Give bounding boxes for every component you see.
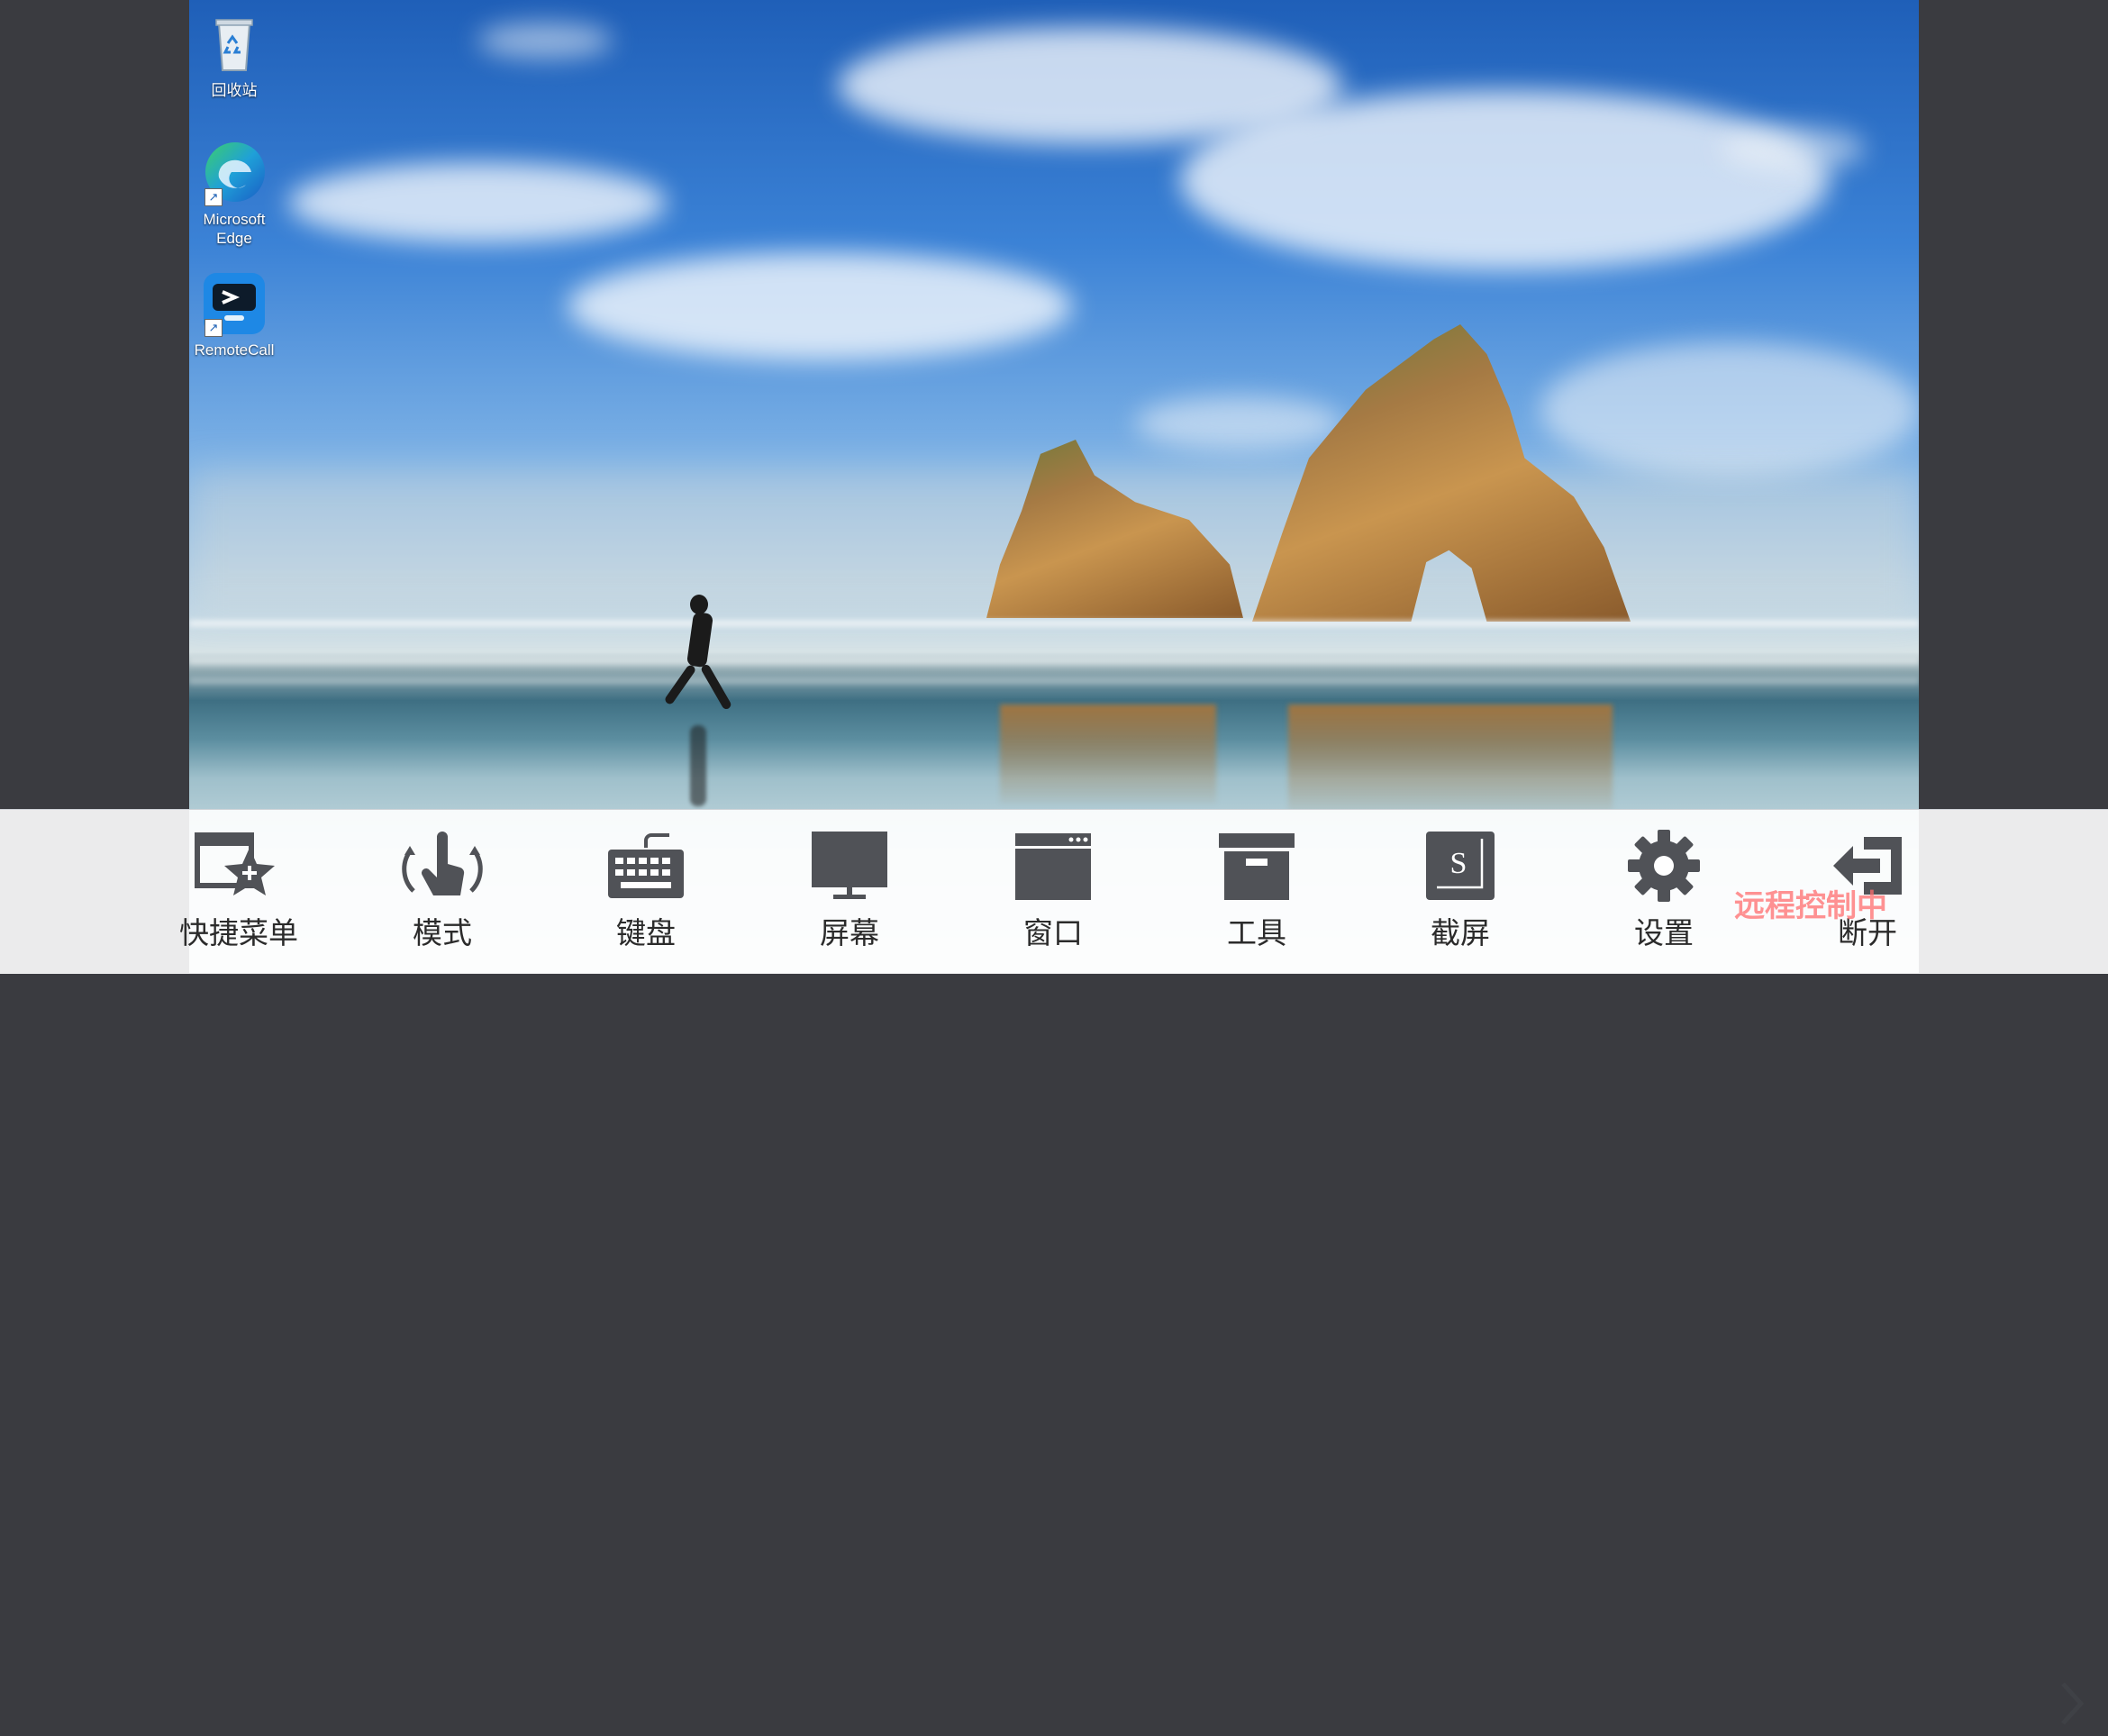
surf-line — [189, 620, 1919, 627]
toolbar-label: 屏幕 — [820, 915, 879, 950]
toolbar-label: 模式 — [413, 915, 472, 950]
window-button[interactable]: 窗口 — [963, 828, 1143, 952]
surf-line — [189, 677, 1919, 685]
window-icon — [1008, 828, 1098, 904]
touch-mode-icon — [397, 828, 487, 904]
tools-button[interactable]: 工具 — [1167, 828, 1347, 952]
remote-control-watermark: 远程控制中 — [1734, 888, 1887, 924]
svg-text:S: S — [1450, 847, 1467, 880]
toolbar-label: 截屏 — [1431, 915, 1490, 950]
screenshot-button[interactable]: S 截屏 — [1370, 828, 1550, 952]
cloud — [568, 252, 1072, 360]
cloud — [288, 162, 667, 243]
toolbar-next-button[interactable] — [2052, 1675, 2092, 1732]
toolbar-label: 设置 — [1634, 915, 1694, 950]
runner-leg — [663, 663, 697, 706]
chevron-right-icon — [2061, 1682, 2085, 1725]
toolbar-label: 快捷菜单 — [179, 915, 298, 950]
toolbox-icon — [1212, 828, 1302, 904]
recycle-bin-icon — [201, 11, 268, 77]
gear-icon — [1619, 828, 1709, 904]
desktop-icon-remotecall[interactable]: ↗ RemoteCall — [189, 270, 279, 359]
shortcut-menu-icon — [194, 828, 284, 904]
toolbar-label: 键盘 — [616, 915, 676, 950]
rock-reflection — [1000, 704, 1216, 804]
keyboard-icon — [601, 828, 691, 904]
cloud — [1180, 90, 1829, 270]
desktop-icon-label: 回收站 — [211, 82, 258, 99]
surf-line — [189, 658, 1919, 665]
desktop-icon-edge[interactable]: ↗ Microsoft Edge — [189, 140, 279, 248]
cloud — [1721, 126, 1865, 171]
cloud — [1540, 342, 1919, 477]
screen-button[interactable]: 屏幕 — [759, 828, 940, 952]
remotecall-icon: ↗ — [201, 270, 268, 337]
shortcut-arrow-icon: ↗ — [204, 188, 223, 206]
keyboard-button[interactable]: 键盘 — [556, 828, 736, 952]
shortcut-arrow-icon: ↗ — [204, 319, 223, 337]
screenshot-icon: S — [1415, 828, 1505, 904]
shortcut-menu-button[interactable]: 快捷菜单 — [149, 828, 329, 952]
desktop-icon-label: Microsoft Edge — [203, 211, 266, 247]
edge-icon: ↗ — [201, 140, 268, 206]
toolbar-label: 工具 — [1227, 915, 1286, 950]
mode-button[interactable]: 模式 — [352, 828, 532, 952]
runner-leg — [699, 663, 733, 711]
monitor-icon — [804, 828, 895, 904]
toolbar-label: 窗口 — [1023, 915, 1083, 950]
cloud — [477, 23, 613, 59]
desktop-icon-label: RemoteCall — [194, 341, 275, 359]
rock-reflection — [1288, 704, 1613, 813]
desktop-icon-recycle-bin[interactable]: 回收站 — [189, 11, 279, 100]
cloud — [1135, 396, 1342, 450]
settings-button[interactable]: 设置 — [1574, 828, 1754, 952]
runner-reflection — [690, 725, 706, 806]
